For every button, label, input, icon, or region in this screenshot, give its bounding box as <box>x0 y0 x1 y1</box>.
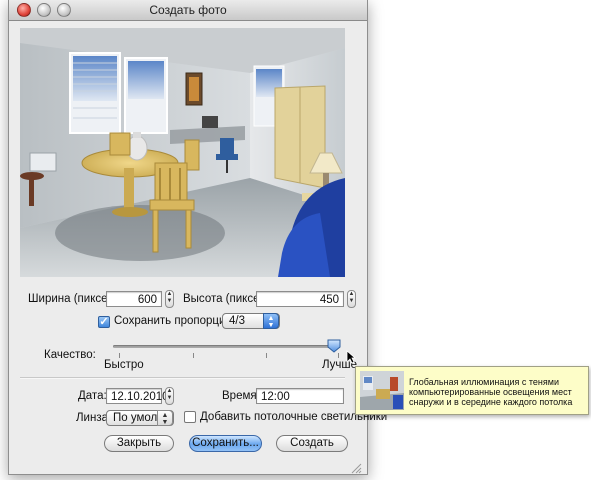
slider-thumb-icon[interactable] <box>327 339 341 353</box>
checkmark-icon: ✓ <box>99 316 109 328</box>
ratio-popup[interactable]: 4/3 ▲ ▼ <box>222 313 280 329</box>
keep-proportions-checkbox[interactable]: ✓ <box>98 316 110 328</box>
save-button[interactable]: Сохранить... <box>189 435 262 452</box>
resize-grip-icon[interactable] <box>350 462 362 474</box>
photo-preview <box>20 28 345 277</box>
stepper-icon: ▲ ▼ <box>166 388 173 401</box>
lens-label: Линза <box>76 412 108 424</box>
popup-arrows-icon: ▲ ▼ <box>263 313 279 329</box>
close-button[interactable]: Закрыть <box>104 435 174 452</box>
height-input[interactable]: 450 <box>256 291 344 307</box>
ratio-value: 4/3 <box>229 315 245 327</box>
separator <box>20 377 345 379</box>
quality-label: Качество: <box>44 349 96 361</box>
time-input[interactable]: 12:00 <box>256 388 344 404</box>
quality-slider-track[interactable] <box>113 345 340 348</box>
stepper-icon: ▲ ▼ <box>348 291 355 304</box>
time-label: Время: <box>222 390 260 402</box>
date-label: Дата: <box>78 390 107 402</box>
popup-arrows-icon: ▲ ▼ <box>157 410 173 426</box>
quality-tooltip: Глобальная иллюминация с тенями компьюте… <box>355 366 589 415</box>
slider-tick <box>338 353 339 358</box>
title-bar[interactable]: Создать фото <box>9 0 367 21</box>
height-stepper[interactable]: ▲ ▼ <box>347 290 356 308</box>
date-stepper[interactable]: ▲ ▼ <box>165 387 174 405</box>
width-input[interactable]: 600 <box>106 291 162 307</box>
lens-popup[interactable]: По умол... ▲ ▼ <box>106 410 174 426</box>
slider-tick <box>119 353 120 358</box>
date-input[interactable]: 12.10.2010 <box>106 388 169 404</box>
slider-tick <box>266 353 267 358</box>
quality-min-label: Быстро <box>104 359 144 371</box>
keep-proportions-label: Сохранить пропорции: <box>114 315 236 327</box>
cursor-icon <box>346 350 356 364</box>
create-button[interactable]: Создать <box>276 435 348 452</box>
tooltip-text: Глобальная иллюминация с тенями компьюте… <box>409 377 573 407</box>
ceiling-lights-checkbox[interactable] <box>184 411 196 423</box>
tooltip-thumbnail <box>360 371 404 410</box>
width-stepper[interactable]: ▲ ▼ <box>165 290 174 308</box>
stepper-icon: ▲ ▼ <box>166 291 173 304</box>
window-title: Создать фото <box>149 3 227 17</box>
slider-tick <box>193 353 194 358</box>
